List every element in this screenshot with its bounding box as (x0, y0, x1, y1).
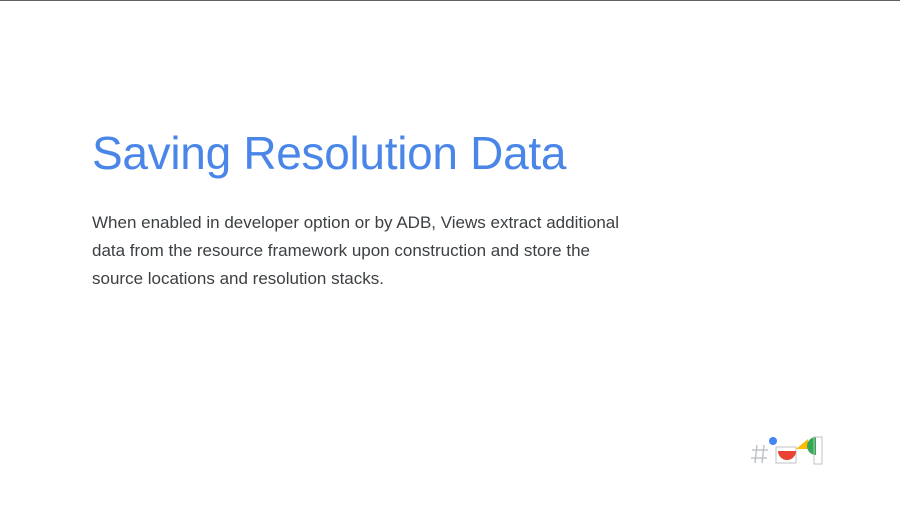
blue-dot (769, 437, 777, 445)
slide-title: Saving Resolution Data (92, 127, 567, 179)
hashtag-stroke (761, 444, 765, 464)
google-io-hashtag-logo-icon (751, 436, 823, 465)
slide-body-line: source locations and resolution stacks. (92, 269, 384, 288)
top-divider (0, 0, 900, 1)
green-half-circle (807, 437, 816, 455)
slide-body-line: data from the resource framework upon co… (92, 241, 590, 260)
yellow-wedge (796, 439, 808, 449)
hashtag-stroke (754, 444, 758, 464)
slide-body: When enabled in developer option or by A… (92, 209, 712, 293)
slide-body-line: When enabled in developer option or by A… (92, 213, 620, 232)
red-half-circle (778, 451, 796, 460)
hashtag-icon (751, 444, 768, 464)
